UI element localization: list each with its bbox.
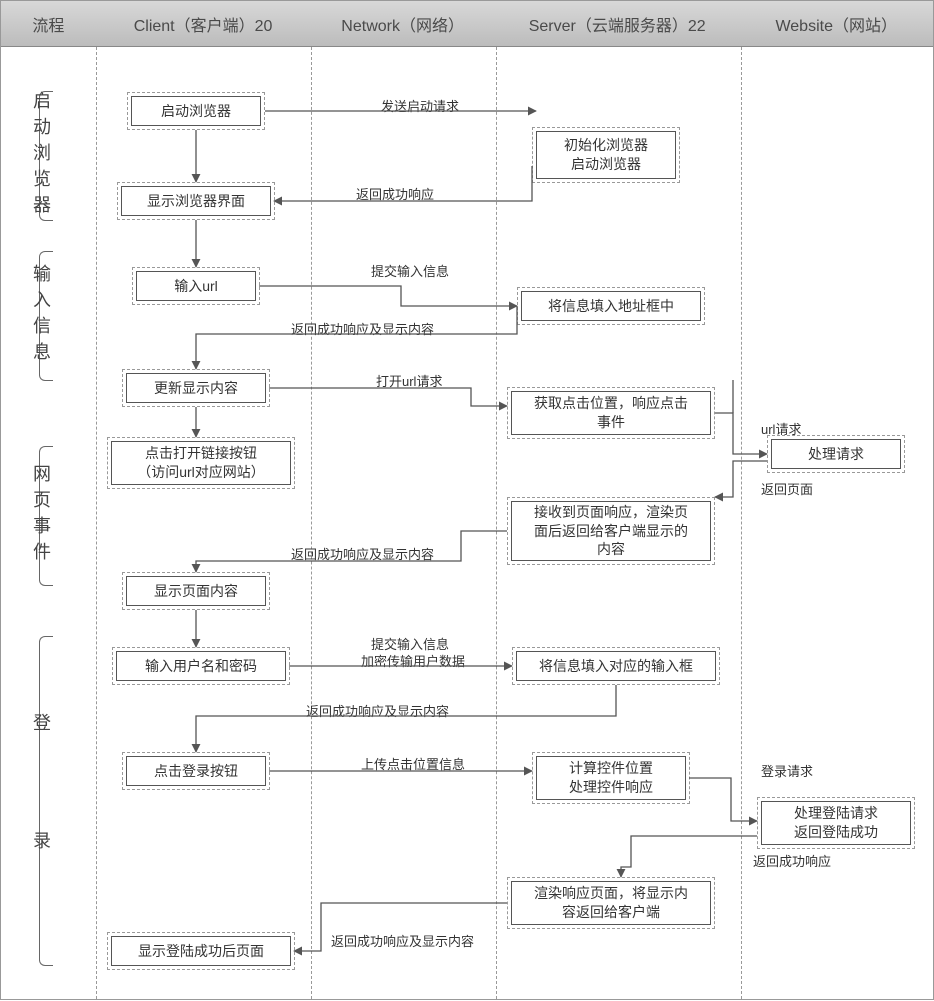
msg-m11: 上传点击位置信息	[361, 754, 465, 773]
phase-login: 登 录	[28, 713, 54, 889]
msg-m14: 返回成功响应及显示内容	[331, 931, 474, 950]
node-c1: 启动浏览器	[131, 96, 261, 126]
phase-page-event: 网页事件	[28, 464, 54, 568]
diagram-canvas: 流程 Client（客户端）20 Network（网络） Server（云端服务…	[0, 0, 934, 1000]
msg-m8: 返回成功响应及显示内容	[291, 544, 434, 563]
node-s1: 初始化浏览器 启动浏览器	[536, 131, 676, 179]
col-website: Website（网站）	[739, 1, 933, 46]
msg-m1: 发送启动请求	[381, 96, 459, 115]
node-c3: 输入url	[136, 271, 256, 301]
msg-m13: 返回成功响应	[753, 851, 831, 870]
lane-divider-4	[741, 47, 742, 999]
node-s5: 接收到页面响应，渲染页 面后返回给客户端显示的 内容	[511, 501, 711, 561]
phase-input-info: 输入信息	[28, 264, 54, 368]
node-c8: 点击登录按钮	[126, 756, 266, 786]
node-c4: 更新显示内容	[126, 373, 266, 403]
msg-m3: 提交输入信息	[371, 261, 449, 280]
msg-m4: 返回成功响应及显示内容	[291, 319, 434, 338]
node-s8: 计算控件位置 处理控件响应	[536, 756, 686, 800]
msg-m12: 登录请求	[761, 761, 813, 780]
msg-m7: 返回页面	[761, 479, 813, 498]
col-process: 流程	[1, 1, 96, 46]
phase-start-browser: 启动浏览器	[28, 91, 54, 221]
msg-m6: url请求	[761, 419, 801, 438]
node-c7: 输入用户名和密码	[116, 651, 286, 681]
node-s4: 获取点击位置，响应点击 事件	[511, 391, 711, 435]
lane-divider-3	[496, 47, 497, 999]
node-c5: 点击打开链接按钮 （访问url对应网站）	[111, 441, 291, 485]
col-network: Network（网络）	[310, 1, 495, 46]
node-s9: 渲染响应页面，将显示内 容返回给客户端	[511, 881, 711, 925]
lane-divider-2	[311, 47, 312, 999]
col-client: Client（客户端）20	[96, 1, 311, 46]
node-w1: 处理请求	[771, 439, 901, 469]
msg-m5: 打开url请求	[376, 371, 442, 390]
node-s3: 将信息填入地址框中	[521, 291, 701, 321]
node-c9: 显示登陆成功后页面	[111, 936, 291, 966]
msg-m10: 返回成功响应及显示内容	[306, 701, 449, 720]
msg-m2: 返回成功响应	[356, 184, 434, 203]
msg-m9b: 加密传输用户数据	[361, 651, 465, 670]
node-c2: 显示浏览器界面	[121, 186, 271, 216]
node-c6: 显示页面内容	[126, 576, 266, 606]
node-s7: 将信息填入对应的输入框	[516, 651, 716, 681]
col-server: Server（云端服务器）22	[495, 1, 739, 46]
lane-divider-1	[96, 47, 97, 999]
node-w2: 处理登陆请求 返回登陆成功	[761, 801, 911, 845]
swimlane-header: 流程 Client（客户端）20 Network（网络） Server（云端服务…	[1, 1, 933, 47]
